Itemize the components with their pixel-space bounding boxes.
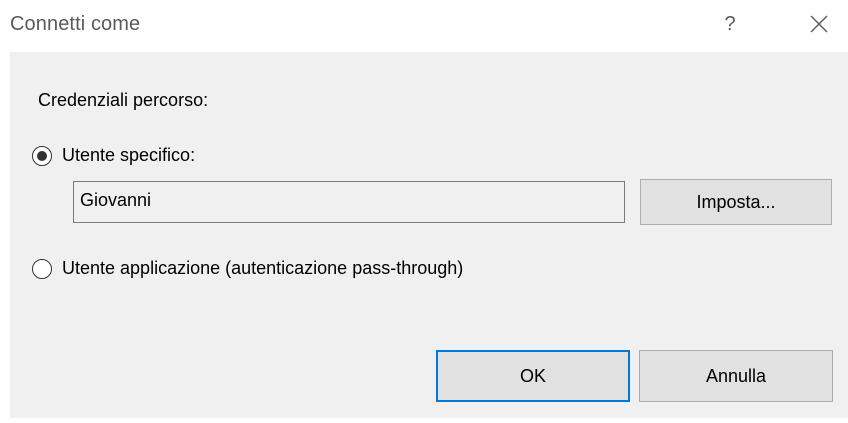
help-button[interactable]: ? bbox=[712, 6, 748, 42]
window-title: Connetti come bbox=[10, 13, 141, 35]
close-button[interactable] bbox=[799, 6, 839, 42]
specific-user-label: Utente specifico: bbox=[62, 145, 196, 165]
path-credentials-label: Credenziali percorso: bbox=[38, 90, 209, 110]
username-field[interactable]: Giovanni bbox=[73, 181, 625, 223]
application-user-option[interactable]: Utente applicazione (autenticazione pass… bbox=[32, 258, 463, 279]
application-user-label: Utente applicazione (autenticazione pass… bbox=[62, 258, 464, 278]
specific-user-option[interactable]: Utente specifico: bbox=[32, 145, 195, 166]
title-bar: Connetti come ? bbox=[0, 0, 848, 52]
close-icon bbox=[810, 15, 828, 33]
connect-as-dialog: Connetti come ? Credenziali percorso: Ut… bbox=[0, 0, 848, 423]
application-user-radio[interactable] bbox=[32, 258, 52, 279]
dialog-body: Credenziali percorso: Utente specifico: … bbox=[10, 52, 848, 418]
cancel-button[interactable]: Annulla bbox=[639, 350, 833, 402]
help-label: ? bbox=[724, 12, 736, 35]
radio-selected-dot bbox=[37, 150, 47, 161]
ok-button[interactable]: OK bbox=[436, 350, 630, 402]
set-credentials-button[interactable]: Imposta... bbox=[640, 179, 832, 225]
specific-user-radio[interactable] bbox=[32, 145, 52, 166]
